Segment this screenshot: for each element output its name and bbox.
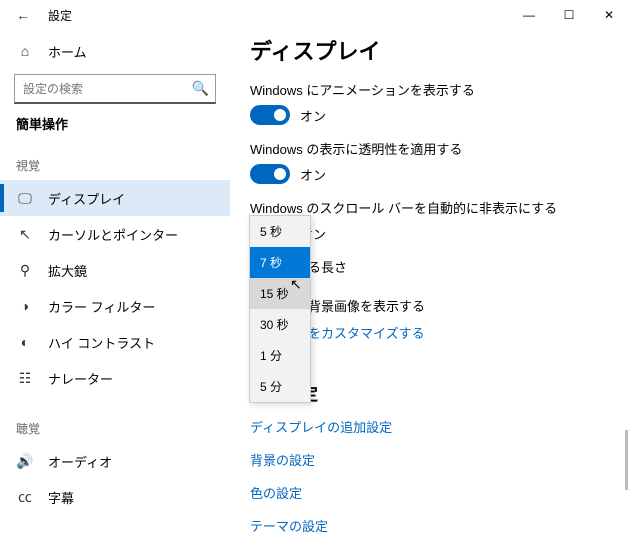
sidebar-item-label: ナレーター [48, 369, 113, 388]
high-contrast-icon: ◐ [16, 334, 34, 350]
sidebar-item-display[interactable]: 🖵 ディスプレイ [0, 180, 230, 216]
link-display-additional[interactable]: ディスプレイの追加設定 [250, 417, 611, 436]
sidebar-item-label: カラー フィルター [48, 297, 155, 316]
page-title: ディスプレイ [250, 34, 611, 66]
dropdown-option-5s[interactable]: 5 秒 [250, 216, 310, 247]
link-background[interactable]: 背景の設定 [250, 450, 611, 469]
sidebar-item-color-filter[interactable]: ◑ カラー フィルター [0, 288, 230, 324]
audio-icon: 🔊 [16, 453, 34, 470]
toggle-animations[interactable] [250, 105, 290, 125]
sidebar-item-label: ディスプレイ [48, 189, 125, 208]
sidebar-item-cursor[interactable]: ↖ カーソルとポインター [0, 216, 230, 252]
sidebar-item-magnifier[interactable]: ⚲ 拡大鏡 [0, 252, 230, 288]
sidebar-item-audio[interactable]: 🔊 オーディオ [0, 443, 230, 479]
display-icon: 🖵 [16, 190, 34, 207]
sidebar-item-captions[interactable]: ㏄ 字幕 [0, 479, 230, 515]
sidebar-item-label: カーソルとポインター [48, 225, 178, 244]
minimize-button[interactable]: — [509, 0, 549, 30]
back-button[interactable]: ← [8, 0, 38, 30]
dropdown-option-5m[interactable]: 5 分 [250, 371, 310, 402]
sidebar-item-label: オーディオ [48, 452, 112, 471]
window-title: 設定 [48, 7, 72, 24]
duration-dropdown[interactable]: 5 秒 7 秒 15 秒 30 秒 1 分 5 分 [249, 215, 311, 403]
dropdown-option-7s[interactable]: 7 秒 [250, 247, 310, 278]
dropdown-option-15s[interactable]: 15 秒 [250, 278, 310, 309]
dropdown-option-30s[interactable]: 30 秒 [250, 309, 310, 340]
search-icon: 🔍 [192, 80, 209, 97]
search-input[interactable] [23, 82, 192, 96]
window-controls: — ☐ ✕ [509, 0, 629, 30]
category-header: 簡単操作 [0, 114, 230, 133]
link-color[interactable]: 色の設定 [250, 483, 611, 502]
sidebar-item-narrator[interactable]: ☷ ナレーター [0, 360, 230, 396]
close-button[interactable]: ✕ [589, 0, 629, 30]
sidebar-item-label: 拡大鏡 [48, 261, 87, 280]
magnifier-icon: ⚲ [16, 262, 34, 279]
sidebar-item-high-contrast[interactable]: ◐ ハイ コントラスト [0, 324, 230, 360]
captions-icon: ㏄ [16, 487, 34, 507]
search-box[interactable]: 🔍 [14, 74, 216, 104]
setting-animations-label: Windows にアニメーションを表示する [250, 80, 611, 99]
home-label: ホーム [48, 42, 87, 61]
toggle-transparency[interactable] [250, 164, 290, 184]
narrator-icon: ☷ [16, 370, 34, 387]
sidebar: ⌂ ホーム 🔍 簡単操作 視覚 🖵 ディスプレイ ↖ カーソルとポインター ⚲ … [0, 30, 230, 536]
home-nav[interactable]: ⌂ ホーム [0, 34, 230, 68]
home-icon: ⌂ [16, 43, 34, 59]
setting-transparency-label: Windows の表示に透明性を適用する [250, 139, 611, 158]
group-vision: 視覚 [0, 149, 230, 180]
sidebar-item-label: ハイ コントラスト [48, 333, 155, 352]
toggle-animations-state: オン [300, 106, 326, 125]
link-theme[interactable]: テーマの設定 [250, 516, 611, 535]
group-hearing: 聴覚 [0, 412, 230, 443]
title-bar: ← 設定 — ☐ ✕ [0, 0, 629, 30]
color-filter-icon: ◑ [16, 298, 34, 314]
scrollbar-indicator[interactable] [625, 430, 628, 490]
dropdown-option-1m[interactable]: 1 分 [250, 340, 310, 371]
toggle-transparency-state: オン [300, 165, 326, 184]
sidebar-item-label: 字幕 [48, 488, 74, 507]
maximize-button[interactable]: ☐ [549, 0, 589, 30]
cursor-icon: ↖ [16, 226, 34, 243]
